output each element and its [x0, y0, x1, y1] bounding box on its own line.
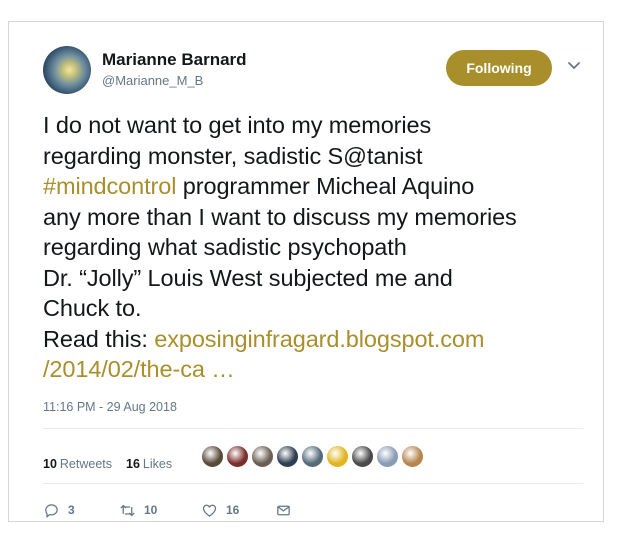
author-name[interactable]: Marianne Barnard: [102, 50, 247, 70]
reply-button[interactable]: 3: [43, 502, 119, 519]
following-button[interactable]: Following: [446, 50, 552, 86]
reply-count: 3: [68, 503, 75, 517]
tweet-text-line: /2014/02/the-ca …: [43, 354, 598, 385]
divider: [43, 483, 583, 484]
avatar[interactable]: [43, 46, 91, 94]
retweet-icon: [120, 504, 135, 516]
tweet-text-line: any more than I want to discuss my memor…: [43, 202, 598, 233]
liker-avatar[interactable]: [401, 445, 424, 468]
reply-icon: [45, 503, 58, 518]
tweet-link[interactable]: exposinginfragard.blogspot.com: [154, 326, 484, 352]
liker-avatar[interactable]: [276, 445, 299, 468]
tweet-text-segment: I do not want to get into my memories: [43, 112, 432, 138]
heart-icon: [202, 504, 217, 517]
tweet-text-line: #mindcontrol programmer Micheal Aquino: [43, 171, 598, 202]
retweet-count: 10: [144, 503, 158, 517]
tweet-text-segment: Dr. “Jolly” Louis West subjected me and: [43, 264, 453, 291]
tweet-text-segment: Chuck to.: [43, 295, 142, 321]
tweet-text-line: I do not want to get into my memories: [43, 110, 598, 141]
liker-avatar[interactable]: [251, 445, 274, 468]
chevron-down-icon[interactable]: [566, 60, 582, 72]
retweets-stat[interactable]: 10 Retweets: [43, 457, 112, 471]
tweet-text-segment: regarding monster, sadistic S@tanist: [43, 142, 423, 169]
tweet-text-segment: Read this:: [43, 325, 155, 352]
tweet-timestamp[interactable]: 11:16 PM - 29 Aug 2018: [43, 400, 177, 414]
like-count: 16: [226, 503, 240, 517]
tweet-text-segment: programmer Micheal Aquino: [176, 173, 475, 199]
tweet-link[interactable]: #mindcontrol: [43, 173, 176, 199]
tweet-link[interactable]: /2014/02/the-ca …: [43, 356, 235, 382]
author-handle[interactable]: @Marianne_M_B: [102, 73, 203, 88]
liker-avatar[interactable]: [201, 445, 224, 468]
liker-avatar[interactable]: [376, 445, 399, 468]
liker-avatar[interactable]: [326, 445, 349, 468]
tweet-text-line: Read this: exposinginfragard.blogspot.co…: [43, 324, 598, 355]
likes-label: Likes: [142, 457, 173, 471]
tweet-actions: 3 10 16: [43, 498, 292, 522]
tweet-text-segment: any more than I want to discuss my memor…: [43, 203, 517, 230]
direct-message-button[interactable]: [275, 502, 292, 519]
engagement-stats: 10 Retweets 16 Likes: [43, 454, 172, 474]
likes-stat[interactable]: 16 Likes: [126, 457, 172, 471]
tweet-card: Marianne Barnard @Marianne_M_B Following…: [8, 21, 604, 522]
liker-avatar[interactable]: [301, 445, 324, 468]
liker-avatars: [201, 445, 424, 468]
retweets-label: Retweets: [59, 457, 113, 471]
envelope-icon: [277, 505, 290, 515]
tweet-text-line: regarding what sadistic psychopath: [43, 232, 598, 263]
tweet-text: I do not want to get into my memories reg…: [43, 110, 598, 385]
divider: [43, 428, 583, 429]
tweet-text-line: Dr. “Jolly” Louis West subjected me and: [43, 263, 598, 294]
tweet-text-line: regarding monster, sadistic S@tanist: [43, 141, 598, 172]
retweets-count: 10: [43, 457, 57, 471]
like-button[interactable]: 16: [201, 502, 275, 519]
tweet-text-segment: regarding what sadistic psychopath: [43, 234, 407, 260]
liker-avatar[interactable]: [351, 445, 374, 468]
likes-count: 16: [126, 457, 140, 471]
tweet-text-line: Chuck to.: [43, 293, 598, 324]
retweet-button[interactable]: 10: [119, 502, 201, 519]
liker-avatar[interactable]: [226, 445, 249, 468]
